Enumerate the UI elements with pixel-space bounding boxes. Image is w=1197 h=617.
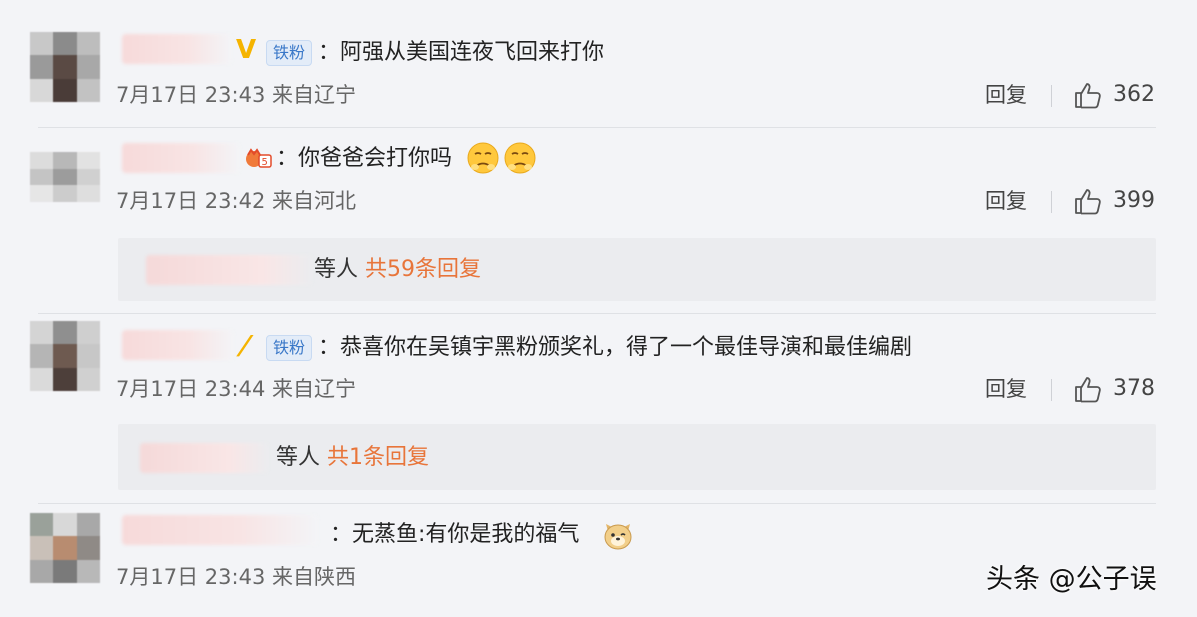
sub-replies-box[interactable]: 等人 共1条回复 xyxy=(118,424,1156,490)
username[interactable] xyxy=(122,330,234,360)
comment-divider xyxy=(38,503,1156,504)
sad-face-emoji-icon xyxy=(467,142,499,174)
sub-replies-count-link[interactable]: 共59条回复 xyxy=(365,257,481,282)
comment-text: ：恭喜你在吴镇宇黑粉颁奖礼，得了一个最佳导演和最佳编剧 xyxy=(318,335,913,360)
comment-date: 7月17日 xyxy=(116,83,199,107)
sub-reply-username xyxy=(140,443,268,473)
sub-reply-username xyxy=(146,255,312,285)
watermark: 头条 @公子误 xyxy=(986,564,1157,595)
member-icon: 5 xyxy=(246,148,272,168)
comment-time: 23:43 xyxy=(204,565,266,589)
comment-location: 来自辽宁 xyxy=(272,377,356,401)
avatar[interactable] xyxy=(30,321,100,391)
comment-meta: 7月17日 23:43 来自辽宁 xyxy=(116,81,356,109)
sub-replies-summary[interactable]: 等人 共1条回复 xyxy=(276,443,429,473)
sub-replies-summary[interactable]: 等人 共59条回复 xyxy=(314,255,481,285)
reply-button[interactable]: 回复 xyxy=(985,81,1027,109)
comment-date: 7月17日 xyxy=(116,565,199,589)
like-count: 378 xyxy=(1113,376,1155,401)
thumbs-up-icon[interactable] xyxy=(1073,81,1103,109)
fan-badge: 铁粉 xyxy=(266,335,313,361)
comment-date: 7月17日 xyxy=(116,189,199,213)
comment-divider xyxy=(38,313,1156,314)
comment-text: ：无蒸鱼:有你是我的福气 xyxy=(330,522,580,547)
divider xyxy=(1051,379,1052,401)
svg-text:5: 5 xyxy=(262,157,268,168)
comment-date: 7月17日 xyxy=(116,377,199,401)
comment-text: ：你爸爸会打你吗 xyxy=(276,146,453,171)
reply-button[interactable]: 回复 xyxy=(985,187,1027,215)
comment-location: 来自辽宁 xyxy=(272,83,356,107)
comment-meta: 7月17日 23:43 来自陕西 xyxy=(116,563,356,591)
reply-button[interactable]: 回复 xyxy=(985,375,1027,403)
comment-meta: 7月17日 23:44 来自辽宁 xyxy=(116,375,356,403)
avatar[interactable] xyxy=(30,513,100,583)
comment-location: 来自河北 xyxy=(272,189,356,213)
sad-face-emoji-icon xyxy=(504,142,536,174)
thumbs-up-icon[interactable] xyxy=(1073,187,1103,215)
avatar[interactable] xyxy=(30,152,100,202)
comment-location: 来自陕西 xyxy=(272,565,356,589)
comment-meta: 7月17日 23:42 来自河北 xyxy=(116,187,356,215)
comment-divider xyxy=(38,127,1156,128)
comment-time: 23:44 xyxy=(204,377,266,401)
username[interactable] xyxy=(122,515,318,545)
divider xyxy=(1051,191,1052,213)
like-count: 399 xyxy=(1113,188,1155,213)
avatar[interactable] xyxy=(30,32,100,102)
comment-time: 23:43 xyxy=(204,83,266,107)
sub-replies-suffix: 等人 xyxy=(276,445,321,470)
thumbs-up-icon[interactable] xyxy=(1073,375,1103,403)
dog-face-emoji-icon xyxy=(604,524,632,550)
vip-icon: / xyxy=(234,331,255,361)
fan-badge: 铁粉 xyxy=(266,40,313,66)
divider xyxy=(1051,85,1052,107)
sub-replies-count-link[interactable]: 共1条回复 xyxy=(327,445,429,470)
comment-time: 23:42 xyxy=(204,189,266,213)
username[interactable] xyxy=(122,143,240,173)
sub-replies-box[interactable]: 等人 共59条回复 xyxy=(118,238,1156,301)
vip-icon: V xyxy=(236,35,257,65)
sub-replies-suffix: 等人 xyxy=(314,257,359,282)
comment-text: ：阿强从美国连夜飞回来打你 xyxy=(318,40,605,65)
like-count: 362 xyxy=(1113,82,1155,107)
username[interactable] xyxy=(122,34,232,64)
